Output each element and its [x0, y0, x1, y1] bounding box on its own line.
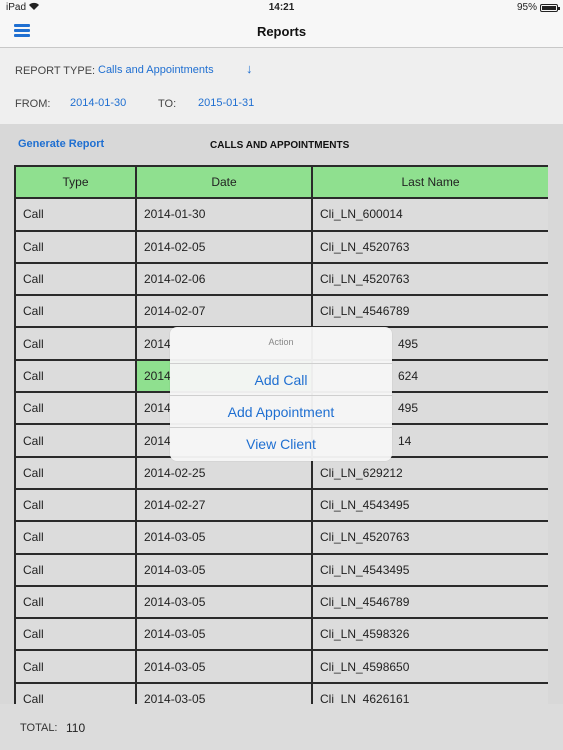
cell-date[interactable]: 2014-03-05 — [135, 520, 313, 555]
table-row[interactable]: Call 2014-02-06 Cli_LN_4520763 — [14, 261, 548, 297]
cell-last-name[interactable]: Cli_LN_4543495 — [311, 487, 548, 523]
cell-date[interactable]: 2014-03-05 — [135, 617, 313, 652]
table-row[interactable]: Call 2014-02-05 Cli_LN_4520763 — [14, 229, 548, 264]
battery-icon — [540, 4, 560, 12]
cell-type[interactable]: Call — [14, 358, 137, 394]
cell-type[interactable]: Call — [14, 261, 137, 297]
from-label: FROM: — [15, 98, 51, 110]
cell-last-name[interactable]: Cli_LN_4543495 — [311, 552, 548, 587]
total-bar: TOTAL: 110 — [0, 704, 563, 750]
cell-date[interactable]: 2014-03-05 — [135, 584, 313, 620]
sort-arrow-down-icon[interactable]: ↓ — [246, 61, 253, 76]
status-bar: iPad 14:21 95% — [0, 0, 563, 16]
cell-date[interactable]: 2014-02-05 — [135, 229, 313, 264]
cell-last-name[interactable]: Cli_LN_4520763 — [311, 520, 548, 555]
table-row[interactable]: Call 2014-03-05 Cli_LN_4626161 — [14, 681, 548, 704]
column-header-date[interactable]: Date — [135, 165, 313, 200]
cell-type[interactable]: Call — [14, 294, 137, 329]
cell-date[interactable]: 2014-01-30 — [135, 197, 313, 232]
cell-date[interactable]: 2014-03-05 — [135, 649, 313, 684]
table-row[interactable]: Call 2014-01-30 Cli_LN_600014 — [14, 197, 548, 232]
cell-type[interactable]: Call — [14, 649, 137, 684]
cell-type[interactable]: Call — [14, 423, 137, 458]
table-row[interactable]: Call 2014-02-07 Cli_LN_4546789 — [14, 294, 548, 329]
cell-type[interactable]: Call — [14, 552, 137, 587]
cell-type[interactable]: Call — [14, 197, 137, 232]
cell-type[interactable]: Call — [14, 617, 137, 652]
column-header-last-name[interactable]: Last Name — [311, 165, 548, 200]
cell-last-name[interactable]: Cli_LN_629212 — [311, 455, 548, 490]
popover-title: Action — [170, 327, 392, 364]
page-title: Reports — [256, 24, 307, 39]
add-appointment-button[interactable]: Add Appointment — [170, 396, 392, 428]
column-header-type[interactable]: Type — [14, 165, 137, 200]
total-value: 110 — [66, 721, 86, 735]
cell-last-name[interactable]: Cli_LN_4626161 — [311, 681, 548, 704]
cell-type[interactable]: Call — [14, 229, 137, 264]
cell-type[interactable]: Call — [14, 681, 137, 704]
cell-type[interactable]: Call — [14, 584, 137, 620]
cell-type[interactable]: Call — [14, 487, 137, 523]
table-row[interactable]: Call 2014-03-05 Cli_LN_4520763 — [14, 520, 548, 555]
view-client-button[interactable]: View Client — [170, 428, 392, 460]
generate-report-button[interactable]: Generate Report — [18, 138, 104, 150]
cell-last-name[interactable]: Cli_LN_4546789 — [311, 294, 548, 329]
cell-last-name[interactable]: Cli_LN_4546789 — [311, 584, 548, 620]
to-date-field[interactable]: 2015-01-31 — [198, 97, 254, 109]
action-popover: Action Add Call Add Appointment View Cli… — [170, 327, 392, 461]
cell-last-name[interactable]: Cli_LN_600014 — [311, 197, 548, 232]
cell-date[interactable]: 2014-03-05 — [135, 681, 313, 704]
cell-last-name[interactable]: Cli_LN_4520763 — [311, 261, 548, 297]
report-type-selector[interactable]: Calls and Appointments — [98, 64, 214, 76]
filter-panel: REPORT TYPE: Calls and Appointments ↓ FR… — [0, 48, 563, 124]
cell-last-name[interactable]: Cli_LN_4598326 — [311, 617, 548, 652]
add-call-button[interactable]: Add Call — [170, 364, 392, 396]
cell-last-name[interactable]: Cli_LN_4598650 — [311, 649, 548, 684]
nav-bar: Reports — [0, 16, 563, 48]
table-row[interactable]: Call 2014-03-05 Cli_LN_4598650 — [14, 649, 548, 684]
cell-type[interactable]: Call — [14, 455, 137, 490]
cell-date[interactable]: 2014-02-25 — [135, 455, 313, 490]
cell-date[interactable]: 2014-03-05 — [135, 552, 313, 587]
total-label: TOTAL: — [20, 722, 58, 734]
cell-type[interactable]: Call — [14, 326, 137, 361]
cell-type[interactable]: Call — [14, 520, 137, 555]
clock: 14:21 — [268, 2, 295, 13]
table-row[interactable]: Call 2014-03-05 Cli_LN_4546789 — [14, 584, 548, 620]
battery-percent: 95% — [516, 2, 537, 13]
table-row[interactable]: Call 2014-02-27 Cli_LN_4543495 — [14, 487, 548, 523]
cell-date[interactable]: 2014-02-07 — [135, 294, 313, 329]
table-row[interactable]: Call 2014-03-05 Cli_LN_4598326 — [14, 617, 548, 652]
table-row[interactable]: Call 2014-03-05 Cli_LN_4543495 — [14, 552, 548, 587]
cell-type[interactable]: Call — [14, 391, 137, 426]
to-label: TO: — [158, 98, 177, 110]
table-header-row: Type Date Last Name — [14, 165, 548, 200]
report-title: CALLS AND APPOINTMENTS — [210, 140, 350, 151]
from-date-field[interactable]: 2014-01-30 — [70, 97, 126, 109]
report-type-label: REPORT TYPE: — [15, 65, 96, 77]
cell-date[interactable]: 2014-02-06 — [135, 261, 313, 297]
cell-date[interactable]: 2014-02-27 — [135, 487, 313, 523]
table-row[interactable]: Call 2014-02-25 Cli_LN_629212 — [14, 455, 548, 490]
cell-last-name[interactable]: Cli_LN_4520763 — [311, 229, 548, 264]
